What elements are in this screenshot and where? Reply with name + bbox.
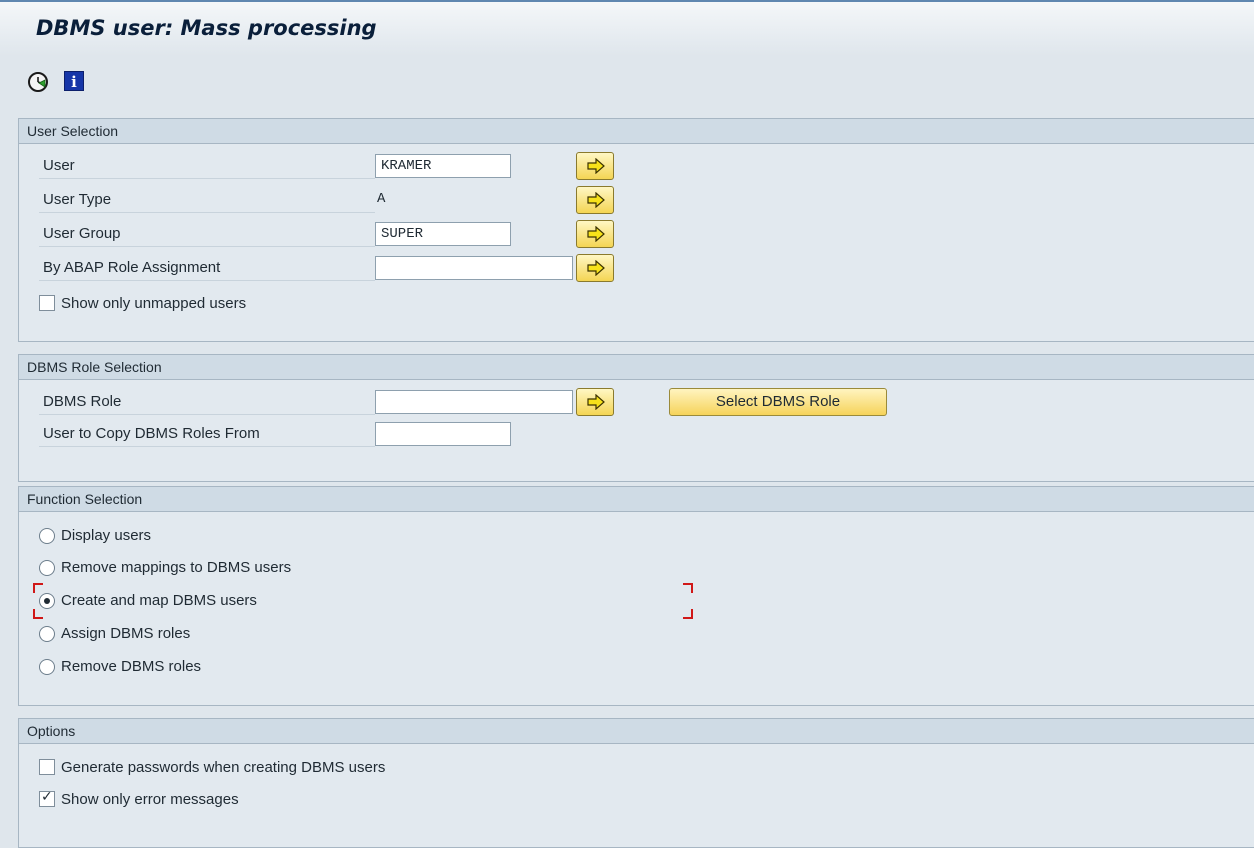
remove-roles-radio[interactable] — [39, 659, 55, 675]
row-copy-from: User to Copy DBMS Roles From — [39, 421, 659, 447]
group-header-function-selection: Function Selection — [19, 487, 1254, 512]
row-dbms-role: DBMS Role Select DBMS Role — [39, 388, 939, 416]
unmapped-users-checkbox[interactable] — [39, 295, 55, 311]
errors-only-label: Show only error messages — [61, 791, 239, 808]
row-user: User KRAMER — [39, 152, 659, 180]
group-user-selection: User Selection User KRAMER User Type A U… — [18, 118, 1254, 342]
user-label: User — [39, 153, 375, 179]
row-errors-only: Show only error messages — [39, 787, 539, 813]
row-abap-role: By ABAP Role Assignment — [39, 254, 659, 282]
page-title: DBMS user: Mass processing — [36, 16, 377, 40]
radio-row-remove-mappings: Remove mappings to DBMS users — [39, 555, 439, 581]
radio-row-create-map: Create and map DBMS users — [39, 588, 439, 614]
radio-row-assign-roles: Assign DBMS roles — [39, 621, 439, 647]
user-multiple-selection-button[interactable] — [576, 152, 614, 180]
focus-corner-bottom-right — [683, 609, 693, 619]
row-user-group: User Group SUPER — [39, 220, 659, 248]
arrow-right-icon — [587, 226, 605, 242]
select-dbms-role-button[interactable]: Select DBMS Role — [669, 388, 887, 416]
user-group-input[interactable]: SUPER — [375, 222, 511, 246]
execute-icon[interactable] — [28, 72, 48, 92]
group-header-dbms-role-selection: DBMS Role Selection — [19, 355, 1254, 380]
user-type-label: User Type — [39, 187, 375, 213]
radio-row-display-users: Display users — [39, 523, 439, 549]
group-function-selection: Function Selection Display users Remove … — [18, 486, 1254, 706]
row-generate-passwords: Generate passwords when creating DBMS us… — [39, 755, 539, 781]
group-header-options: Options — [19, 719, 1254, 744]
group-dbms-role-selection: DBMS Role Selection DBMS Role Select DBM… — [18, 354, 1254, 482]
errors-only-checkbox[interactable] — [39, 789, 55, 807]
radio-row-remove-roles: Remove DBMS roles — [39, 654, 439, 680]
user-group-multiple-selection-button[interactable] — [576, 220, 614, 248]
arrow-right-icon — [587, 394, 605, 410]
focus-corner-top-right — [683, 583, 693, 593]
unmapped-users-label: Show only unmapped users — [61, 295, 247, 312]
row-user-type: User Type A — [39, 186, 659, 214]
copy-from-input[interactable] — [375, 422, 511, 446]
dbms-role-multiple-selection-button[interactable] — [576, 388, 614, 416]
copy-from-label: User to Copy DBMS Roles From — [39, 421, 375, 447]
focus-corner-top-left — [33, 583, 43, 593]
user-type-multiple-selection-button[interactable] — [576, 186, 614, 214]
generate-passwords-label: Generate passwords when creating DBMS us… — [61, 759, 386, 776]
remove-mappings-label: Remove mappings to DBMS users — [61, 559, 292, 576]
dbms-role-input[interactable] — [375, 390, 573, 414]
assign-roles-radio[interactable] — [39, 626, 55, 642]
arrow-right-icon — [587, 158, 605, 174]
create-map-radio[interactable] — [39, 593, 55, 609]
group-options: Options Generate passwords when creating… — [18, 718, 1254, 848]
create-map-label: Create and map DBMS users — [61, 592, 257, 609]
arrow-right-icon — [587, 192, 605, 208]
assign-roles-label: Assign DBMS roles — [61, 625, 191, 642]
user-group-label: User Group — [39, 221, 375, 247]
remove-mappings-radio[interactable] — [39, 560, 55, 576]
arrow-right-icon — [587, 260, 605, 276]
abap-role-multiple-selection-button[interactable] — [576, 254, 614, 282]
group-header-user-selection: User Selection — [19, 119, 1254, 144]
user-input[interactable]: KRAMER — [375, 154, 511, 178]
dbms-role-label: DBMS Role — [39, 389, 375, 415]
user-type-input[interactable]: A — [375, 188, 391, 212]
remove-roles-label: Remove DBMS roles — [61, 658, 202, 675]
application-toolbar — [0, 56, 1254, 108]
display-users-label: Display users — [61, 527, 152, 544]
row-unmapped: Show only unmapped users — [39, 291, 439, 317]
abap-role-label: By ABAP Role Assignment — [39, 255, 375, 281]
title-bar: DBMS user: Mass processing — [0, 0, 1254, 56]
focus-corner-bottom-left — [33, 609, 43, 619]
abap-role-input[interactable] — [375, 256, 573, 280]
display-users-radio[interactable] — [39, 528, 55, 544]
info-icon[interactable]: i — [64, 71, 84, 91]
generate-passwords-checkbox[interactable] — [39, 759, 55, 775]
